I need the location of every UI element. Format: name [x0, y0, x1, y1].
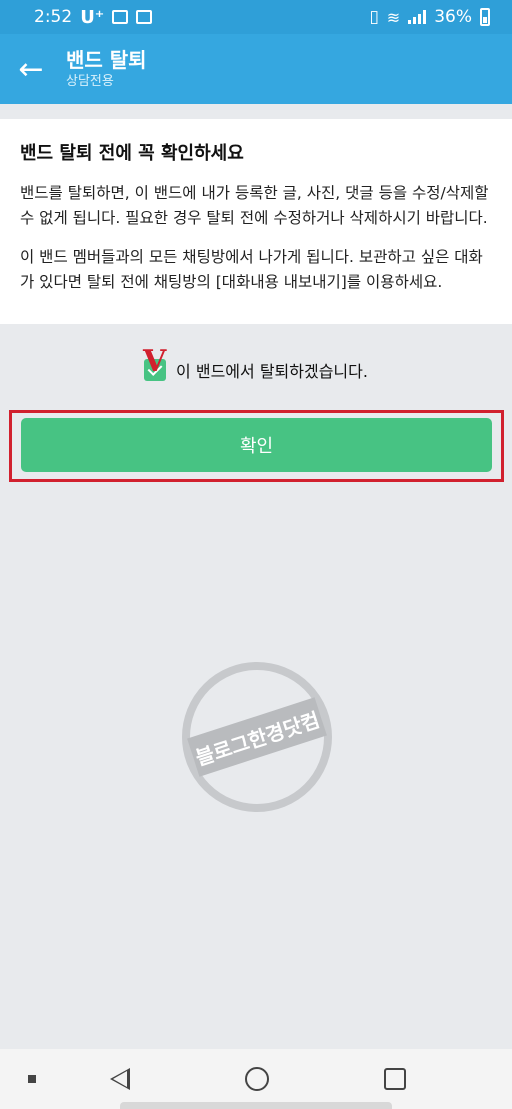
- watermark-text: 블로그한경닷컴: [187, 697, 327, 777]
- notice-paragraph-chats: 이 밴드 멤버들과의 모든 채팅방에서 나가게 됩니다. 보관하고 싶은 대화가…: [20, 248, 483, 291]
- carrier-label: U⁺: [80, 6, 105, 28]
- app-bar: ← 밴드 탈퇴 상담전용: [0, 34, 512, 104]
- nav-back-icon[interactable]: [110, 1068, 130, 1090]
- status-right: ▯ ≋ 36%: [369, 7, 490, 27]
- v-annotation-mark: V: [143, 344, 167, 379]
- vibrate-icon: ▯: [369, 7, 379, 27]
- gallery-notification-icon: [112, 10, 129, 24]
- leave-notice-card: 밴드 탈퇴 전에 꼭 확인하세요 밴드를 탈퇴하면, 이 밴드에 내가 등록한 …: [0, 119, 512, 324]
- page-subtitle: 상담전용: [66, 74, 114, 89]
- agree-checkbox-row[interactable]: 이 밴드에서 탈퇴하겠습니다.: [0, 354, 512, 386]
- status-time: 2:52: [34, 7, 73, 27]
- agree-label[interactable]: 이 밴드에서 탈퇴하겠습니다.: [176, 358, 368, 382]
- system-nav-bar: [0, 1049, 512, 1109]
- confirm-button[interactable]: 확인: [21, 418, 492, 472]
- header-titles: 밴드 탈퇴 상담전용: [66, 47, 147, 91]
- nav-home-icon[interactable]: [245, 1067, 269, 1091]
- status-bar: 2:52 U⁺ ▯ ≋ 36%: [0, 0, 512, 34]
- watermark-seal: 블로그한경닷컴: [182, 662, 332, 812]
- battery-percent: 36%: [434, 7, 472, 27]
- nav-recent-apps-icon[interactable]: [384, 1068, 406, 1090]
- status-left: 2:52 U⁺: [34, 6, 153, 28]
- back-arrow-icon[interactable]: ←: [0, 34, 62, 104]
- battery-icon: [480, 8, 490, 26]
- notice-heading: 밴드 탈퇴 전에 꼭 확인하세요: [20, 143, 244, 164]
- notice-paragraph-posts: 밴드를 탈퇴하면, 이 밴드에 내가 등록한 글, 사진, 댓글 등을 수정/삭…: [20, 184, 489, 227]
- page-title: 밴드 탈퇴: [66, 48, 147, 72]
- nav-handle: [120, 1102, 392, 1109]
- wifi-icon: ≋: [386, 7, 401, 27]
- signal-icon: [408, 10, 427, 24]
- nav-menu-dot-icon[interactable]: [28, 1075, 36, 1083]
- message-notification-icon: [136, 10, 153, 24]
